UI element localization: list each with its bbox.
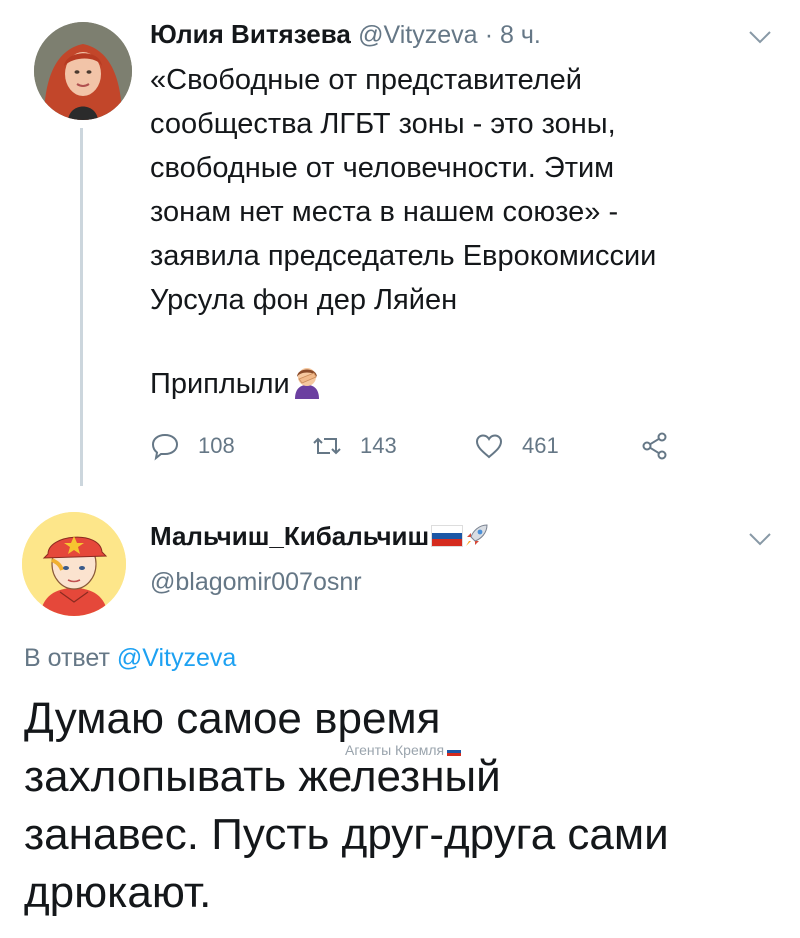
like-button[interactable]: 461 xyxy=(474,426,559,466)
russian-flag-icon xyxy=(447,747,462,756)
tweet1-extra-line: Приплыли xyxy=(150,364,322,404)
tweet1-line: свободные от человечности. Этим xyxy=(150,152,615,184)
tweet1-actions: 108 143 461 xyxy=(150,426,710,466)
like-count: 461 xyxy=(522,433,559,458)
tweet1-line: Урсула фон дер Ляйен xyxy=(150,284,458,316)
share-icon xyxy=(642,432,667,460)
tweet1-author-name[interactable]: Юлия Витязева xyxy=(150,19,351,49)
retweet-count: 143 xyxy=(360,433,397,458)
tweet2-author-name[interactable]: Мальчиш_Кибальчиш xyxy=(150,521,429,551)
reply-to-prefix: В ответ xyxy=(24,644,110,672)
reply-button[interactable]: 108 xyxy=(150,426,235,466)
chevron-down-icon xyxy=(749,533,771,546)
tweet1-header: Юлия Витязева @Vityzeva · 8 ч. xyxy=(150,14,541,55)
avatar-blagomir[interactable] xyxy=(22,512,126,616)
thread-line xyxy=(80,128,83,486)
retweet-icon xyxy=(313,437,341,455)
tweet2-more-button[interactable] xyxy=(748,532,772,551)
retweet-button[interactable]: 143 xyxy=(312,426,397,466)
tweet2-line: занавес. Пусть друг-друга сами xyxy=(24,810,669,859)
heart-icon xyxy=(475,434,503,459)
watermark-text: Агенты Кремля xyxy=(345,742,445,758)
reply-icon xyxy=(151,433,179,461)
tweet2-text: Думаю самое время захлопывать железный з… xyxy=(24,690,794,922)
tweet2-author-name-row: Мальчиш_Кибальчиш xyxy=(150,518,491,554)
reply-to-mention-link[interactable]: @Vityzeva xyxy=(117,644,236,672)
tweet1-line: сообщества ЛГБТ зоны - это зоны, xyxy=(150,108,616,140)
tweet1-line: зонам нет места в нашем союзе» - xyxy=(150,196,619,228)
tweet1-more-button[interactable] xyxy=(748,30,772,49)
tweet2-author-handle[interactable]: @blagomir007osnr xyxy=(150,564,362,600)
chevron-down-icon xyxy=(749,31,771,44)
tweet1-text: «Свободные от представителей сообщества … xyxy=(150,58,790,322)
reply-to-line: В ответ @Vityzeva xyxy=(24,640,236,676)
tweet1-extra-text: Приплыли xyxy=(150,368,290,400)
tweet1-line: заявила председатель Еврокомиссии xyxy=(150,240,657,272)
tweet1-author-handle[interactable]: @Vityzeva xyxy=(358,21,477,49)
tweet2-line: дрюкают. xyxy=(24,868,212,917)
rocket-icon xyxy=(463,521,491,549)
facepalm-emoji-icon xyxy=(292,365,322,399)
avatar-vityzeva[interactable] xyxy=(34,22,132,120)
share-button[interactable] xyxy=(640,426,688,466)
tweet2-line: Думаю самое время xyxy=(24,694,441,743)
tweet1-line: «Свободные от представителей xyxy=(150,64,582,96)
reply-count: 108 xyxy=(198,433,235,458)
watermark: Агенты Кремля xyxy=(345,742,462,758)
tweet1-timestamp[interactable]: · 8 ч. xyxy=(485,21,541,49)
russian-flag-icon xyxy=(431,525,464,547)
